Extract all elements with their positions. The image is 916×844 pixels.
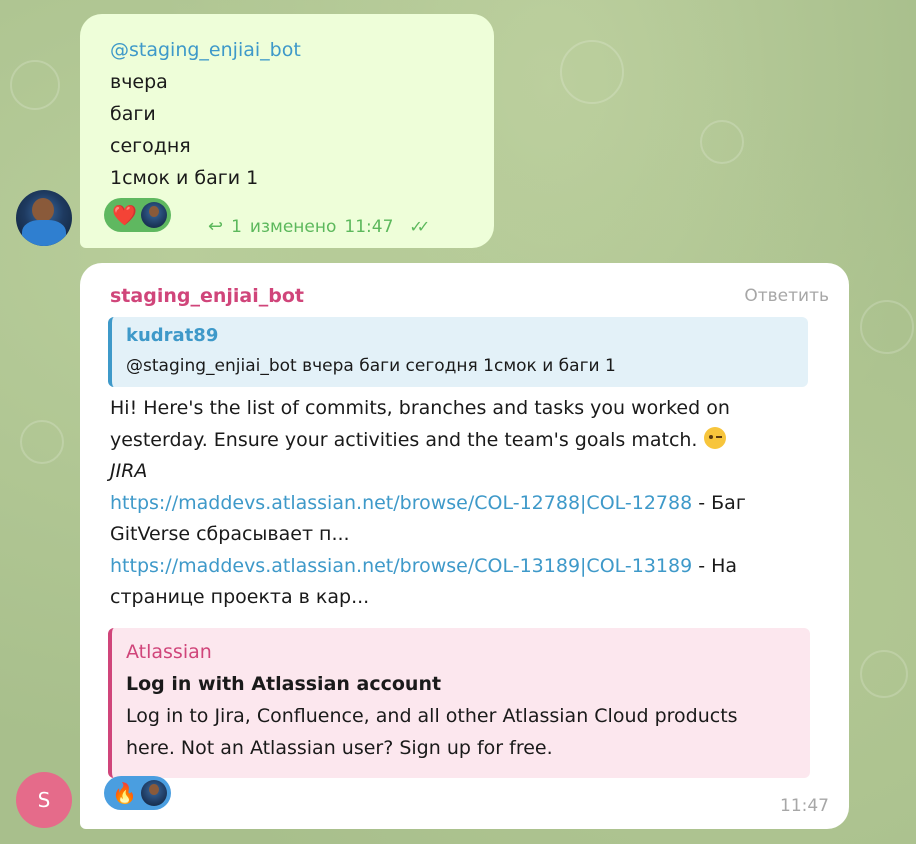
- message-line: 1смок и баги 1: [110, 167, 259, 189]
- message-line: вчера: [110, 71, 168, 93]
- reply-arrow-icon[interactable]: ↩: [208, 216, 223, 237]
- fire-reaction[interactable]: 🔥: [104, 776, 171, 810]
- preview-site-name: Atlassian: [126, 640, 212, 663]
- task-line: https://maddevs.atlassian.net/browse/COL…: [110, 551, 829, 583]
- message-body: Hi! Here's the list of commits, branches…: [110, 393, 829, 614]
- background-doodle: [20, 420, 64, 464]
- section-label: JIRA: [110, 460, 148, 482]
- background-doodle: [560, 40, 624, 104]
- background-doodle: [700, 120, 744, 164]
- heart-reaction[interactable]: ❤️: [104, 198, 171, 232]
- task-suffix: - На: [692, 554, 738, 577]
- body-line: yesterday. Ensure your activities and th…: [110, 425, 829, 457]
- reply-button[interactable]: Ответить: [744, 286, 829, 306]
- user-avatar[interactable]: [16, 190, 72, 246]
- edited-label: изменено: [249, 216, 337, 237]
- message-time: 11:47: [780, 796, 829, 816]
- heart-icon: ❤️: [112, 203, 137, 227]
- preview-title: Log in with Atlassian account: [126, 672, 442, 695]
- task-line: https://maddevs.atlassian.net/browse/COL…: [110, 488, 829, 520]
- task-continuation: GitVerse сбрасывает п...: [110, 523, 350, 545]
- outgoing-meta: ↩ 1 изменено 11:47 ✓✓: [208, 216, 430, 237]
- message-line: сегодня: [110, 135, 191, 157]
- quote-text: @staging_enjiai_bot вчера баги сегодня 1…: [126, 356, 616, 376]
- double-check-icon: ✓✓: [409, 217, 430, 236]
- fire-icon: 🔥: [112, 781, 137, 805]
- background-doodle: [860, 300, 914, 354]
- incoming-reactions: 🔥: [104, 776, 171, 810]
- reply-count[interactable]: 1: [231, 217, 242, 237]
- message-line: баги: [110, 103, 156, 125]
- reactor-avatar: [140, 202, 167, 228]
- message-time: 11:47: [344, 216, 394, 237]
- quote-author: kudrat89: [126, 325, 219, 346]
- body-line-text: yesterday. Ensure your activities and th…: [110, 428, 698, 451]
- bot-avatar[interactable]: S: [16, 772, 72, 828]
- task-continuation: странице проекта в кар...: [110, 586, 370, 608]
- background-doodle: [10, 60, 60, 110]
- task-link[interactable]: https://maddevs.atlassian.net/browse/COL…: [110, 555, 692, 577]
- task-suffix: - Баг: [692, 491, 746, 514]
- reactor-avatar: [140, 780, 167, 806]
- mention-text[interactable]: @staging_enjiai_bot: [110, 34, 466, 66]
- preview-description: Log in to Jira, Confluence, and all othe…: [126, 704, 738, 727]
- link-preview[interactable]: Atlassian Log in with Atlassian account …: [108, 627, 810, 778]
- sender-name[interactable]: staging_enjiai_bot: [110, 285, 304, 307]
- outgoing-reactions: ❤️: [104, 198, 171, 232]
- incoming-message-bubble[interactable]: staging_enjiai_bot Ответить kudrat89 @st…: [80, 263, 849, 829]
- body-line: Hi! Here's the list of commits, branches…: [110, 397, 730, 419]
- wink-emoji-icon: [703, 426, 726, 449]
- preview-description: here. Not an Atlassian user? Sign up for…: [126, 736, 553, 759]
- quoted-message[interactable]: kudrat89 @staging_enjiai_bot вчера баги …: [108, 317, 808, 387]
- background-doodle: [860, 650, 908, 698]
- task-link[interactable]: https://maddevs.atlassian.net/browse/COL…: [110, 492, 692, 514]
- avatar-letter: S: [37, 788, 51, 812]
